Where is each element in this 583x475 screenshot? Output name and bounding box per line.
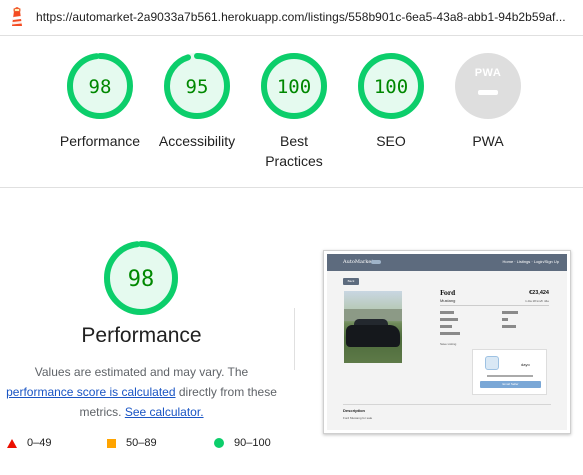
gauge-label: SEO bbox=[376, 133, 406, 149]
seller-email-line bbox=[487, 375, 533, 377]
score-ring: 100 bbox=[358, 53, 424, 119]
listing-price-sub: 1 dia 18 km/h 44e bbox=[525, 299, 549, 303]
performance-description: Values are estimated and may vary. The p… bbox=[0, 362, 283, 422]
screenshot-content: AutoMarket Home · Listings · Login/Sign … bbox=[327, 254, 567, 430]
description-title: Description bbox=[343, 408, 366, 413]
pwa-dash-icon bbox=[478, 90, 498, 95]
gauge-label: Performance bbox=[59, 133, 141, 149]
spec-line bbox=[440, 332, 460, 335]
contact-seller-button: Email Seller bbox=[480, 381, 541, 388]
car-logo-icon bbox=[371, 260, 381, 264]
back-button: Back bbox=[343, 278, 359, 285]
gauge-performance[interactable]: 98 Performance bbox=[50, 52, 150, 151]
lighthouse-icon bbox=[12, 7, 22, 26]
legend-range: 50–89 bbox=[126, 437, 157, 449]
circle-icon bbox=[214, 438, 224, 448]
divider bbox=[0, 187, 583, 188]
gauge-label: Best Practices bbox=[265, 133, 323, 169]
gauge-score: 100 bbox=[277, 76, 311, 98]
performance-score: 98 bbox=[128, 267, 155, 292]
score-ring: 95 bbox=[164, 53, 230, 119]
spec-line bbox=[440, 318, 458, 321]
description-text: Ford Mustang for sale bbox=[343, 416, 373, 420]
gauge-accessibility[interactable]: 95 Accessibility bbox=[147, 52, 247, 151]
see-calculator-link[interactable]: See calculator. bbox=[125, 405, 204, 419]
car-body bbox=[346, 325, 400, 347]
legend-pass: 90–100 bbox=[214, 437, 271, 449]
score-ring: 98 bbox=[104, 241, 178, 315]
divider bbox=[343, 404, 551, 405]
score-ring: 100 bbox=[261, 53, 327, 119]
seller-name: dayo bbox=[521, 362, 530, 367]
score-ring: 98 bbox=[67, 53, 133, 119]
save-listing: Save Listing bbox=[440, 342, 457, 346]
listing-model: Mustang bbox=[440, 298, 456, 303]
listing-price: €23,424 bbox=[529, 290, 549, 296]
pwa-badge-icon: PWA bbox=[455, 53, 521, 119]
performance-score-link[interactable]: performance score is calculated bbox=[6, 385, 175, 399]
spec-line bbox=[502, 325, 516, 328]
site-logo: AutoMarket bbox=[343, 259, 374, 265]
category-gauges: 98 Performance 95 Accessibility 100 Best… bbox=[0, 52, 583, 172]
legend-range: 0–49 bbox=[27, 437, 52, 449]
gauge-score: 100 bbox=[374, 76, 408, 98]
gauge-pwa[interactable]: PWA PWA bbox=[438, 52, 538, 151]
gauge-label: PWA bbox=[472, 133, 504, 149]
site-nav-links: Home · Listings · Login/Sign Up bbox=[502, 259, 559, 264]
gauge-seo[interactable]: 100 SEO bbox=[341, 52, 441, 151]
spec-line bbox=[502, 311, 518, 314]
gauge-score: 98 bbox=[89, 76, 112, 98]
performance-score-gauge: 98 bbox=[103, 240, 179, 321]
legend-average: 50–89 bbox=[107, 437, 157, 449]
score-legend: 0–49 50–89 90–100 bbox=[0, 437, 300, 455]
site-navbar: AutoMarket Home · Listings · Login/Sign … bbox=[327, 254, 567, 271]
seller-card: dayo Email Seller bbox=[472, 349, 547, 395]
spec-line bbox=[502, 318, 508, 321]
legend-fail: 0–49 bbox=[7, 437, 51, 449]
gauge-score: 95 bbox=[186, 76, 209, 98]
car-photo bbox=[344, 291, 402, 363]
spec-line bbox=[440, 325, 452, 328]
triangle-icon bbox=[7, 438, 17, 448]
gauge-label: Accessibility bbox=[158, 133, 236, 149]
desc-text: Values are estimated and may vary. The bbox=[34, 365, 249, 379]
spec-line bbox=[440, 311, 454, 314]
url-text: https://automarket-2a9033a7b561.herokuap… bbox=[36, 10, 566, 24]
avatar bbox=[485, 356, 499, 370]
square-icon bbox=[107, 438, 116, 448]
page-screenshot[interactable]: AutoMarket Home · Listings · Login/Sign … bbox=[323, 250, 571, 434]
gauge-best-practices[interactable]: 100 Best Practices bbox=[244, 52, 344, 171]
legend-range: 90–100 bbox=[234, 437, 271, 449]
divider bbox=[440, 305, 549, 306]
pwa-badge-text: PWA bbox=[474, 67, 502, 79]
listing-make: Ford bbox=[440, 290, 456, 297]
url-bar[interactable]: https://automarket-2a9033a7b561.herokuap… bbox=[0, 0, 583, 34]
divider bbox=[294, 308, 295, 370]
performance-title: Performance bbox=[81, 324, 202, 347]
divider bbox=[0, 35, 583, 36]
